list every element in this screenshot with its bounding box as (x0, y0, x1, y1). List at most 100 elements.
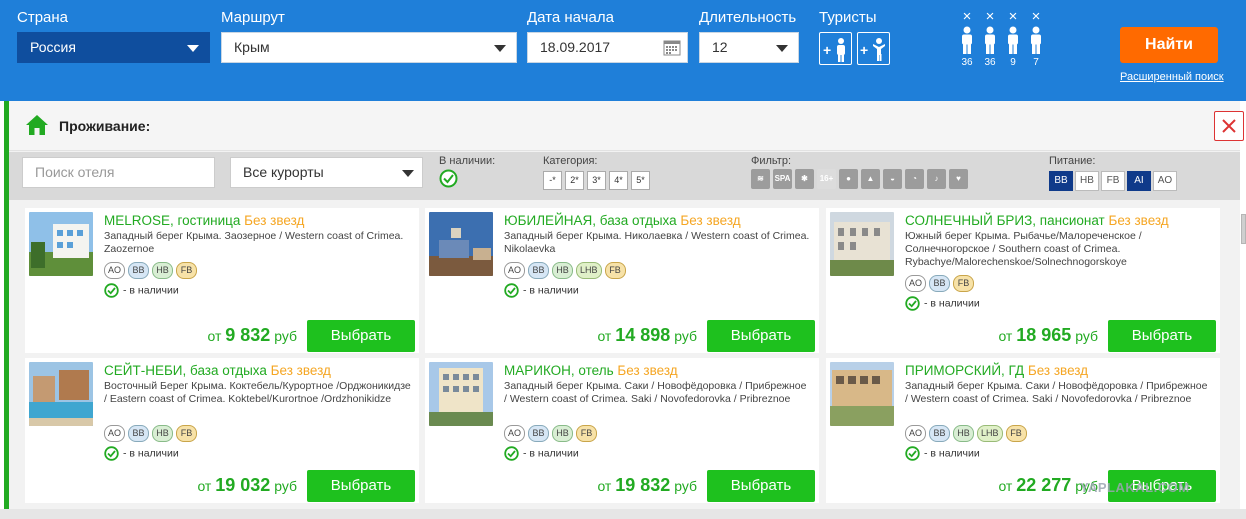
tourist-4: × 7 (1027, 9, 1045, 68)
date-input[interactable]: 18.09.2017 (527, 32, 688, 63)
meal-tag: AO (905, 425, 927, 442)
hotel-photo[interactable] (830, 212, 894, 276)
meal-tag: HB (552, 262, 574, 279)
meal-filter-fb[interactable]: FB (1101, 171, 1125, 191)
availability-status: - в наличии (504, 283, 579, 299)
remove-tourist-2[interactable]: × (981, 9, 999, 24)
meals-label: Питание: (1049, 155, 1096, 167)
hotel-name[interactable]: ЮБИЛЕЙНАЯ, база отдыха Без звезд (504, 213, 741, 228)
category-2[interactable]: 2* (565, 171, 584, 190)
route-select[interactable]: Крым (221, 32, 517, 63)
meal-tag: FB (1005, 425, 1027, 442)
hotel-photo[interactable] (830, 362, 894, 426)
hotel-price: от 14 898 руб (597, 325, 697, 345)
animation-icon[interactable]: ♪ (927, 169, 946, 189)
meal-tag: BB (128, 262, 150, 279)
hotel-address: Восточный Берег Крыма. Коктебель/Курортн… (104, 380, 411, 405)
medical-icon[interactable]: ✱ (795, 169, 814, 189)
panel-header: Проживание: (9, 101, 1244, 151)
romance-icon[interactable]: ♥ (949, 169, 968, 189)
route-value: Крым (234, 39, 270, 55)
meal-filter-ai[interactable]: AI (1127, 171, 1151, 191)
meal-tag: HB (152, 262, 174, 279)
spa-icon[interactable]: SPA (773, 169, 792, 189)
category-none[interactable]: -* (543, 171, 562, 190)
close-button[interactable] (1214, 111, 1244, 141)
hotel-card: МАРИКОН, отель Без звезд Западный берег … (425, 358, 819, 503)
country-select[interactable]: Россия (17, 32, 210, 63)
hotel-search-input[interactable]: Поиск отеля (22, 157, 215, 188)
hotel-photo[interactable] (29, 362, 93, 426)
resorts-select[interactable]: Все курорты (230, 157, 423, 188)
country-value: Россия (30, 39, 76, 55)
hotel-photo[interactable] (429, 212, 493, 276)
age-16-icon[interactable]: 16+ (817, 169, 836, 189)
tourist-age: 36 (961, 57, 973, 68)
find-button[interactable]: Найти (1120, 27, 1218, 63)
hotel-price: от 19 832 руб (597, 475, 697, 495)
select-hotel-button[interactable]: Выбрать (707, 470, 815, 502)
close-icon (1222, 119, 1236, 133)
meal-tags: AO BB HB LHB FB (905, 423, 1030, 442)
tourist-age: 36 (984, 57, 996, 68)
check-circle-icon (504, 446, 519, 461)
filter-label: Фильтр: (751, 155, 792, 167)
scrollbar-thumb[interactable] (1241, 214, 1246, 244)
hotel-card: СОЛНЕЧНЫЙ БРИЗ, пансионат Без звезд Южны… (826, 208, 1220, 353)
pet-icon[interactable]: ● (839, 169, 858, 189)
meal-tag: AO (504, 262, 526, 279)
hotel-photo[interactable] (429, 362, 493, 426)
availability-status: - в наличии (905, 446, 980, 462)
select-hotel-button[interactable]: Выбрать (307, 320, 415, 352)
hotel-name[interactable]: СОЛНЕЧНЫЙ БРИЗ, пансионат Без звезд (905, 213, 1169, 228)
remove-tourist-4[interactable]: × (1027, 9, 1045, 24)
meal-filter-bb[interactable]: BB (1049, 171, 1073, 191)
beach-icon[interactable]: ≋ (751, 169, 770, 189)
meal-tag: HB (152, 425, 174, 442)
meal-filter-hb[interactable]: HB (1075, 171, 1099, 191)
hotel-price: от 9 832 руб (207, 325, 297, 345)
availability-label: В наличии: (439, 155, 496, 167)
adult-icon (985, 26, 995, 54)
remove-tourist-3[interactable]: × (1004, 9, 1022, 24)
hotel-name[interactable]: ПРИМОРСКИЙ, ГД Без звезд (905, 363, 1088, 378)
advanced-search-link[interactable]: Расширенный поиск (1120, 71, 1224, 83)
meal-filter-ao[interactable]: AO (1153, 171, 1177, 191)
child-icon (1008, 26, 1018, 54)
add-child-plus: + (860, 42, 868, 58)
select-hotel-button[interactable]: Выбрать (707, 320, 815, 352)
availability-status: - в наличии (905, 296, 980, 312)
meal-tag: FB (176, 425, 198, 442)
meal-tag: BB (929, 275, 951, 292)
duration-select[interactable]: 12 (699, 32, 799, 63)
category-5[interactable]: 5* (631, 171, 650, 190)
add-adult-icon: + (823, 38, 845, 62)
meal-tags: AO BB HB FB (104, 423, 200, 442)
hotel-photo[interactable] (29, 212, 93, 276)
hotel-name[interactable]: МАРИКОН, отель Без звезд (504, 363, 678, 378)
availability-toggle-icon[interactable] (439, 169, 458, 188)
hotel-name[interactable]: СЕЙТ-НЕБИ, база отдыха Без звезд (104, 363, 331, 378)
chevron-down-icon (494, 45, 506, 52)
check-circle-icon (905, 446, 920, 461)
remove-tourist-1[interactable]: × (958, 9, 976, 24)
hotel-address: Западный берег Крыма. Саки / Новофёдоров… (905, 380, 1208, 405)
add-child-button[interactable]: + (857, 32, 890, 65)
country-label: Страна (17, 9, 69, 26)
home-icon[interactable] (25, 114, 49, 136)
pool-icon[interactable]: ◒ (883, 169, 902, 189)
hotel-stars: Без звезд (617, 363, 678, 378)
category-3[interactable]: 3* (587, 171, 606, 190)
select-hotel-button[interactable]: Выбрать (1108, 320, 1216, 352)
check-circle-icon (104, 446, 119, 461)
hotel-name[interactable]: MELROSE, гостиница Без звезд (104, 213, 304, 228)
meal-tag: HB (953, 425, 975, 442)
like-icon[interactable]: ▲ (861, 169, 880, 189)
add-adult-button[interactable]: + (819, 32, 852, 65)
meal-tags: AO BB HB LHB FB (504, 260, 629, 279)
sport-icon[interactable]: ◔ (905, 169, 924, 189)
calendar-icon[interactable] (663, 39, 681, 56)
select-hotel-button[interactable]: Выбрать (307, 470, 415, 502)
category-4[interactable]: 4* (609, 171, 628, 190)
duration-value: 12 (712, 39, 728, 55)
